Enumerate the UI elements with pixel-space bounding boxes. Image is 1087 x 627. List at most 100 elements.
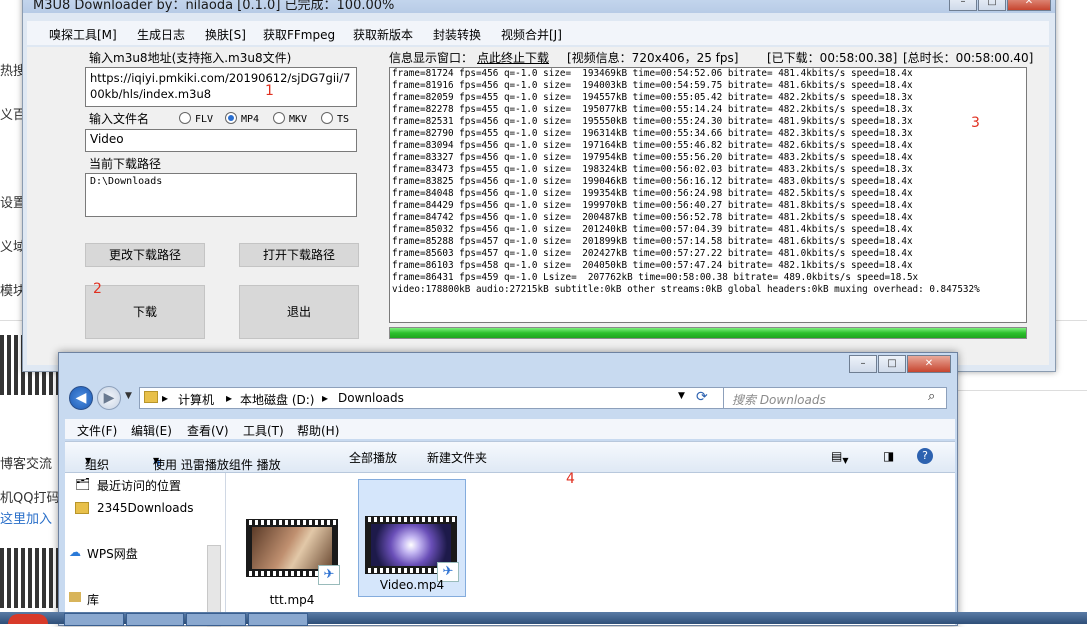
close-button[interactable]: ✕ (1007, 0, 1051, 11)
log-line: frame=86431 fps=459 q=-1.0 Lsize= 207762… (392, 272, 919, 283)
refresh-icon[interactable]: ⟳ (696, 389, 708, 405)
bg-link[interactable]: 这里加入 (0, 508, 52, 527)
menu-file[interactable]: 文件(F) (77, 422, 117, 439)
taskbar (0, 612, 1087, 626)
taskbar-app[interactable] (126, 613, 184, 626)
filename-label: 输入文件名 (89, 112, 150, 126)
download-path-field[interactable]: D:\Downloads (85, 173, 357, 217)
format-radio-mkv[interactable]: MKV (273, 112, 307, 125)
close-button[interactable]: ✕ (907, 355, 951, 373)
menu-help[interactable]: 帮助(H) (297, 422, 339, 439)
taskbar-app[interactable] (248, 613, 308, 626)
breadcrumb-downloads[interactable]: Downloads (338, 391, 404, 405)
search-placeholder: 搜索 Downloads (732, 393, 826, 407)
command-bar: 组织 ▼ ✈ 使用 迅雷播放组件 播放 ▼ 全部播放 新建文件夹 ▤ ▼ ◨ ? (65, 441, 955, 473)
maximize-button[interactable]: □ (978, 0, 1006, 11)
divider (956, 390, 1087, 391)
nav-item-label: 库 (87, 593, 100, 607)
stop-download-link[interactable]: 点此终止下载 (477, 49, 549, 66)
chevron-down-icon[interactable]: ▼ (678, 391, 685, 401)
radio-icon (273, 112, 285, 124)
nav-item-wps-cloud[interactable]: ☁ WPS网盘 (69, 545, 138, 562)
exit-button[interactable]: 退出 (239, 285, 359, 339)
log-line: frame=83473 fps=455 q=-1.0 size= 198324k… (392, 164, 913, 175)
log-line: frame=82278 fps=455 q=-1.0 size= 195077k… (392, 104, 913, 115)
log-line: frame=84048 fps=456 q=-1.0 size= 199354k… (392, 188, 913, 199)
menu-convert[interactable]: 封装转换 (433, 26, 481, 43)
taskbar-app[interactable] (186, 613, 246, 626)
menu-merge-video[interactable]: 视频合并[J] (501, 26, 562, 43)
log-line: frame=85603 fps=457 q=-1.0 size= 202427k… (392, 248, 913, 259)
menu-tools[interactable]: 工具(T) (243, 422, 284, 439)
explorer-window[interactable]: – □ ✕ ◀ ▶ ▼ ▸ 计算机 ▸ 本地磁盘 (D:) ▸ Downloads … (58, 352, 958, 627)
log-line: frame=81916 fps=456 q=-1.0 size= 194003k… (392, 80, 913, 91)
log-line: frame=82531 fps=456 q=-1.0 size= 195550k… (392, 116, 913, 127)
start-button[interactable] (8, 614, 48, 624)
forward-button[interactable]: ▶ (97, 386, 121, 410)
breadcrumb-drive[interactable]: 本地磁盘 (D:) (240, 391, 314, 408)
menu-get-ffmpeg[interactable]: 获取FFmpeg (263, 26, 335, 43)
path-label: 当前下载路径 (89, 157, 162, 171)
menu-edit[interactable]: 编辑(E) (131, 422, 172, 439)
nav-item-recent[interactable]: 🗂 最近访问的位置 (75, 477, 181, 494)
help-icon[interactable]: ? (917, 448, 933, 464)
chevron-right-icon[interactable]: ▸ (226, 391, 232, 405)
library-icon (69, 592, 81, 602)
menu-new-version[interactable]: 获取新版本 (353, 26, 413, 43)
m3u8-downloader-window[interactable]: M3U8 Downloader by：nilaoda [0.1.0] 已完成：1… (22, 0, 1056, 372)
play-all-button[interactable]: 全部播放 (349, 449, 397, 466)
bg-text: 博客交流 (0, 457, 53, 472)
file-item[interactable]: ✈ ttt.mp4 (238, 509, 346, 621)
search-input[interactable]: 搜索 Downloads ⌕ (723, 387, 947, 409)
url-input[interactable]: https://iqiyi.pmkiki.com/20190612/sjDG7g… (85, 67, 357, 107)
format-radio-ts[interactable]: TS (321, 112, 349, 125)
menu-view[interactable]: 查看(V) (187, 422, 229, 439)
download-button[interactable]: 下载 (85, 285, 205, 339)
downloaded-time: [已下载：00:58:00.38] (767, 51, 898, 65)
log-lines: frame=81724 fps=456 q=-1.0 size= 193469k… (390, 68, 1026, 296)
address-bar[interactable]: ▸ 计算机 ▸ 本地磁盘 (D:) ▸ Downloads ▼ ⟳ (139, 387, 771, 409)
maximize-button[interactable]: □ (878, 355, 906, 373)
minimize-button[interactable]: – (949, 0, 977, 11)
log-line: frame=82790 fps=455 q=-1.0 size= 196314k… (392, 128, 913, 139)
log-line: frame=81724 fps=456 q=-1.0 size= 193469k… (392, 68, 913, 79)
menu-bar: 嗅探工具[M] 生成日志 换肤[S] 获取FFmpeg 获取新版本 封装转换 视… (27, 21, 1049, 45)
nav-item-libraries[interactable]: 库 (69, 591, 100, 608)
title-bar[interactable]: M3U8 Downloader by：nilaoda [0.1.0] 已完成：1… (23, 0, 1055, 13)
new-folder-button[interactable]: 新建文件夹 (427, 449, 487, 466)
log-line: video:178800kB audio:27215kB subtitle:0k… (392, 284, 980, 295)
minimize-button[interactable]: – (849, 355, 877, 373)
menu-skin[interactable]: 换肤[S] (205, 26, 246, 43)
menu-generate-log[interactable]: 生成日志 (137, 26, 185, 43)
preview-pane-icon[interactable]: ◨ (883, 449, 894, 463)
nav-item-2345downloads[interactable]: 2345Downloads (75, 501, 194, 515)
format-radio-flv[interactable]: FLV (179, 112, 213, 125)
file-list: 4 ✈ ttt.mp4 ✈ Video.mp4 (226, 471, 955, 625)
file-name: ttt.mp4 (269, 593, 315, 607)
progress-fill (390, 328, 1026, 338)
url-line: 00kb/hls/index.m3u8 (90, 87, 212, 101)
radio-label: TS (337, 114, 350, 125)
annotation-number: 2 (93, 281, 102, 297)
menu-sniff-tool[interactable]: 嗅探工具[M] (49, 26, 117, 43)
file-item-selected[interactable]: ✈ Video.mp4 (358, 479, 466, 597)
nav-item-label: 2345Downloads (97, 501, 194, 515)
info-label: 信息显示窗口： (389, 51, 474, 65)
radio-label: FLV (195, 114, 214, 125)
format-radio-mp4[interactable]: MP4 (225, 112, 259, 125)
title-bar[interactable]: – □ ✕ (59, 353, 957, 375)
folder-icon (75, 502, 89, 514)
change-path-button[interactable]: 更改下载路径 (85, 243, 205, 267)
chevron-right-icon[interactable]: ▸ (162, 391, 168, 405)
breadcrumb-computer[interactable]: 计算机 (178, 391, 214, 408)
recent-pages-dropdown-icon[interactable]: ▼ (125, 391, 132, 401)
back-button[interactable]: ◀ (69, 386, 93, 410)
search-icon[interactable]: ⌕ (928, 389, 935, 404)
chevron-right-icon[interactable]: ▸ (322, 391, 328, 405)
view-options-icon[interactable]: ▤ ▼ (831, 449, 849, 465)
filename-input[interactable]: Video (85, 129, 357, 152)
open-path-button[interactable]: 打开下载路径 (239, 243, 359, 267)
taskbar-app[interactable] (64, 613, 124, 626)
folder-icon (144, 391, 158, 403)
log-output[interactable]: frame=81724 fps=456 q=-1.0 size= 193469k… (389, 67, 1027, 323)
